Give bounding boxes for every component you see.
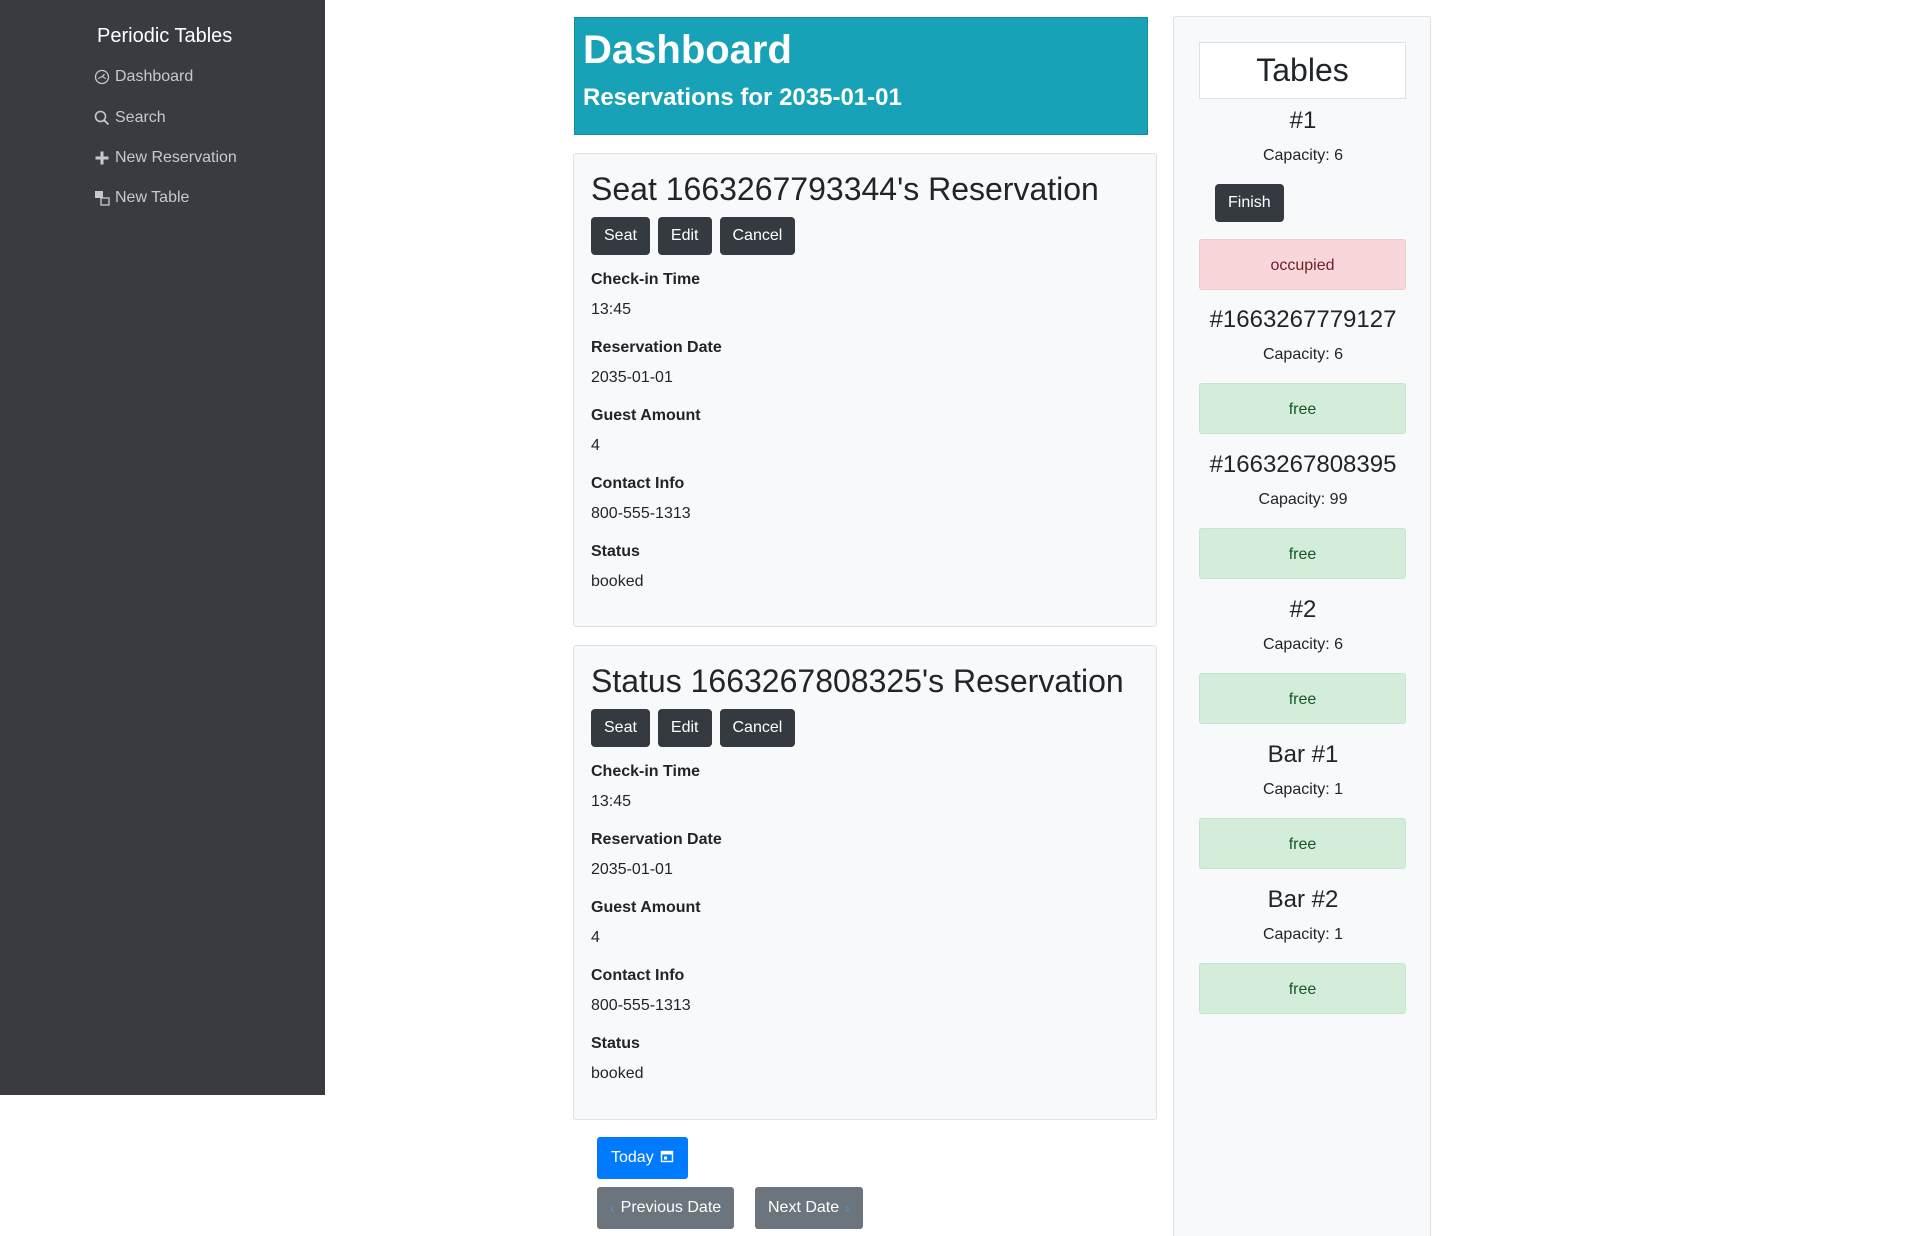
status-label: Status	[591, 1035, 640, 1052]
today-label: Today	[611, 1149, 654, 1166]
contact-info-label: Contact Info	[591, 967, 685, 984]
table-status: occupied	[1199, 239, 1406, 290]
page-title: Dashboard	[583, 28, 792, 72]
table-capacity: Capacity: 6	[1262, 346, 1344, 363]
reservation-date-value: 2035-01-01	[591, 861, 673, 878]
table-status: free	[1199, 818, 1406, 869]
edit-button[interactable]: Edit	[657, 217, 712, 255]
page-subtitle: Reservations for 2035-01-01	[583, 84, 902, 111]
contact-info-value: 800-555-1313	[591, 997, 691, 1014]
previous-date-button[interactable]: ‹ Previous Date	[597, 1187, 735, 1229]
reservation-card: Seat 1663267793344's Reservation Seat Ed…	[573, 153, 1157, 627]
check-in-time-value: 13:45	[591, 301, 632, 318]
seat-button[interactable]: Seat	[591, 709, 650, 747]
guest-amount-value: 4	[591, 929, 600, 946]
next-date-label: Next Date	[768, 1199, 840, 1216]
sidebar-item-label: Search	[115, 109, 166, 126]
seat-button[interactable]: Seat	[591, 217, 650, 255]
sidebar-item-new-table[interactable]: New Table	[93, 189, 189, 207]
table-capacity: Capacity: 99	[1258, 491, 1348, 508]
table-name: #2	[1289, 596, 1317, 623]
edit-button[interactable]: Edit	[657, 709, 712, 747]
status-value: booked	[591, 1065, 644, 1082]
cancel-button[interactable]: Cancel	[719, 709, 796, 747]
reservation-card: Status 1663267808325's Reservation Seat …	[573, 645, 1157, 1120]
table-capacity: Capacity: 1	[1262, 781, 1344, 798]
check-in-time-label: Check-in Time	[591, 763, 701, 780]
sidebar-item-label: Dashboard	[115, 68, 194, 85]
chevron-left-icon: ‹	[610, 1200, 615, 1216]
dashboard-icon	[93, 68, 111, 86]
table-capacity: Capacity: 1	[1262, 926, 1344, 943]
table-status: free	[1199, 528, 1406, 579]
check-in-time-value: 13:45	[591, 793, 632, 810]
chevron-right-icon: ›	[845, 1200, 850, 1216]
sidebar-item-dashboard[interactable]: Dashboard	[93, 68, 193, 86]
table-capacity: Capacity: 6	[1262, 147, 1344, 164]
tables-panel: Tables #1 Capacity: 6 Finish occupied #1…	[1173, 16, 1431, 1236]
guest-amount-value: 4	[591, 437, 600, 454]
table-status: free	[1199, 383, 1406, 434]
contact-info-label: Contact Info	[591, 475, 685, 492]
table-icon	[93, 189, 111, 207]
next-date-button[interactable]: Next Date ›	[755, 1187, 863, 1229]
previous-date-label: Previous Date	[620, 1199, 722, 1216]
dashboard-header: Dashboard Reservations for 2035-01-01	[574, 17, 1148, 135]
tables-heading: Tables	[1199, 42, 1406, 99]
reservation-date-label: Reservation Date	[591, 339, 722, 356]
finish-button[interactable]: Finish	[1215, 184, 1284, 222]
table-name: #1663267779127	[1209, 306, 1397, 333]
reservation-title: Status 1663267808325's Reservation	[591, 663, 1124, 699]
sidebar-item-label: New Table	[115, 189, 190, 206]
sidebar-item-search[interactable]: Search	[93, 109, 166, 127]
table-capacity: Capacity: 6	[1262, 636, 1344, 653]
cancel-button[interactable]: Cancel	[719, 217, 796, 255]
sidebar-item-new-reservation[interactable]: New Reservation	[93, 149, 237, 167]
contact-info-value: 800-555-1313	[591, 505, 691, 522]
sidebar: Periodic Tables Dashboard Search New Res…	[0, 0, 325, 1095]
table-status: free	[1199, 963, 1406, 1014]
sidebar-item-label: New Reservation	[115, 149, 237, 166]
reservation-date-value: 2035-01-01	[591, 369, 673, 386]
status-label: Status	[591, 543, 640, 560]
table-name: Bar #1	[1267, 741, 1339, 768]
table-name: #1663267808395	[1209, 451, 1397, 478]
plus-icon	[93, 149, 111, 167]
table-status: free	[1199, 673, 1406, 724]
reservation-date-label: Reservation Date	[591, 831, 722, 848]
brand-title[interactable]: Periodic Tables	[97, 25, 232, 48]
guest-amount-label: Guest Amount	[591, 899, 701, 916]
status-value: booked	[591, 573, 644, 590]
calendar-icon	[660, 1149, 674, 1168]
reservation-title: Seat 1663267793344's Reservation	[591, 171, 1099, 207]
today-button[interactable]: Today	[597, 1137, 688, 1179]
guest-amount-label: Guest Amount	[591, 407, 701, 424]
check-in-time-label: Check-in Time	[591, 271, 701, 288]
search-icon	[93, 109, 111, 127]
table-name: #1	[1289, 107, 1317, 134]
table-name: Bar #2	[1267, 886, 1339, 913]
